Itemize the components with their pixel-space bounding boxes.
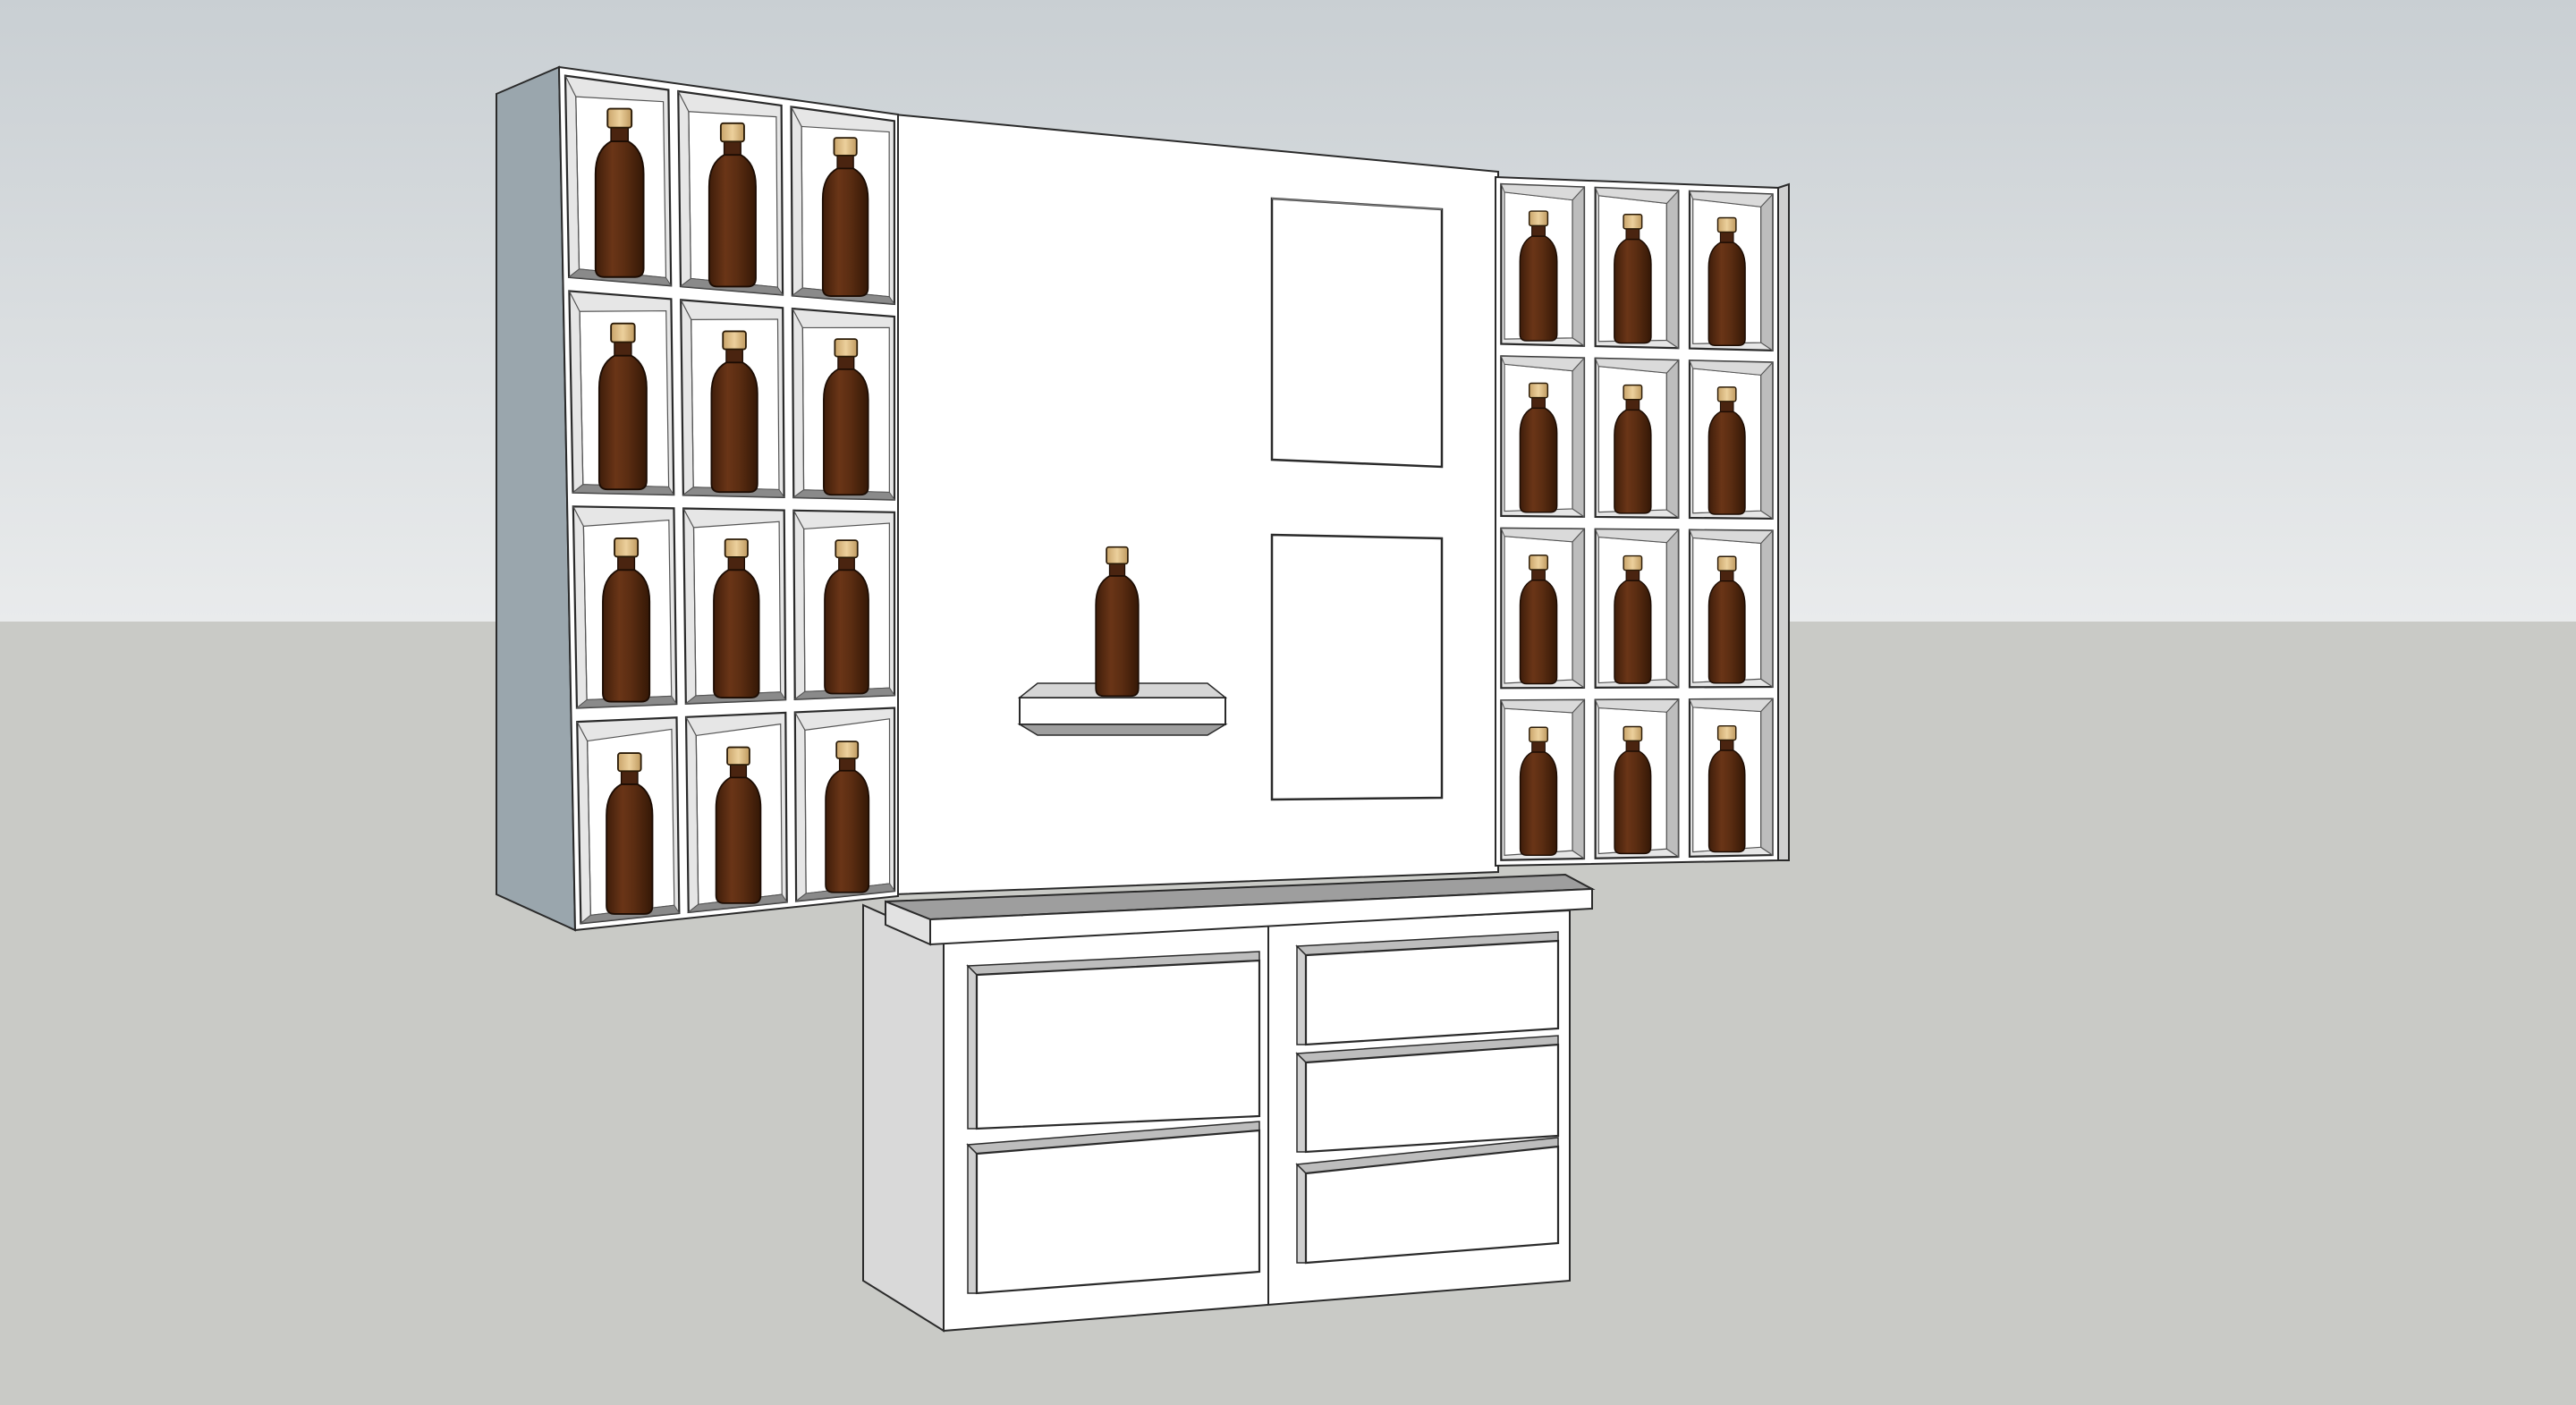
drawer-left-lower [975, 1129, 1261, 1295]
right-cubby-side-wall [1760, 360, 1774, 521]
drawer-right-middle-side-edge [1296, 1052, 1307, 1153]
right-cubby-side-wall [1665, 528, 1679, 689]
drawer-right-upper-side-edge [1296, 944, 1307, 1045]
left-cubby-unit [496, 65, 899, 932]
right-cubby-side-wall [1572, 185, 1585, 347]
right-cubby-side-wall [1572, 528, 1585, 690]
right-cubby-side-wall [1665, 698, 1679, 859]
right-cubby-side-wall [1665, 359, 1679, 520]
right-unit-side-face [1777, 182, 1790, 861]
drawer-right-upper [1304, 939, 1560, 1046]
drawer-left-upper-side-edge [967, 964, 978, 1130]
drawer-right-lower-side-edge [1296, 1163, 1307, 1264]
right-cubby-side-wall [1760, 192, 1774, 351]
right-cubby-side-wall [1665, 189, 1679, 350]
sketchup-viewport[interactable] [0, 0, 2576, 1401]
right-cubby-side-wall [1572, 356, 1585, 518]
cabinet-side-face [862, 903, 945, 1333]
drawer-right-middle [1304, 1043, 1560, 1154]
wall-frame-upper [1270, 197, 1444, 469]
right-cubby-side-wall [1760, 698, 1774, 857]
right-cubby-side-wall [1572, 698, 1585, 860]
3d-model-scene[interactable] [0, 0, 2576, 1401]
drawer-left-upper [975, 959, 1261, 1130]
right-cubby-side-wall [1760, 529, 1774, 689]
wall-frame-lower [1270, 533, 1444, 801]
right-cubby-unit [1495, 175, 1790, 868]
drawer-left-lower-side-edge [967, 1143, 978, 1294]
